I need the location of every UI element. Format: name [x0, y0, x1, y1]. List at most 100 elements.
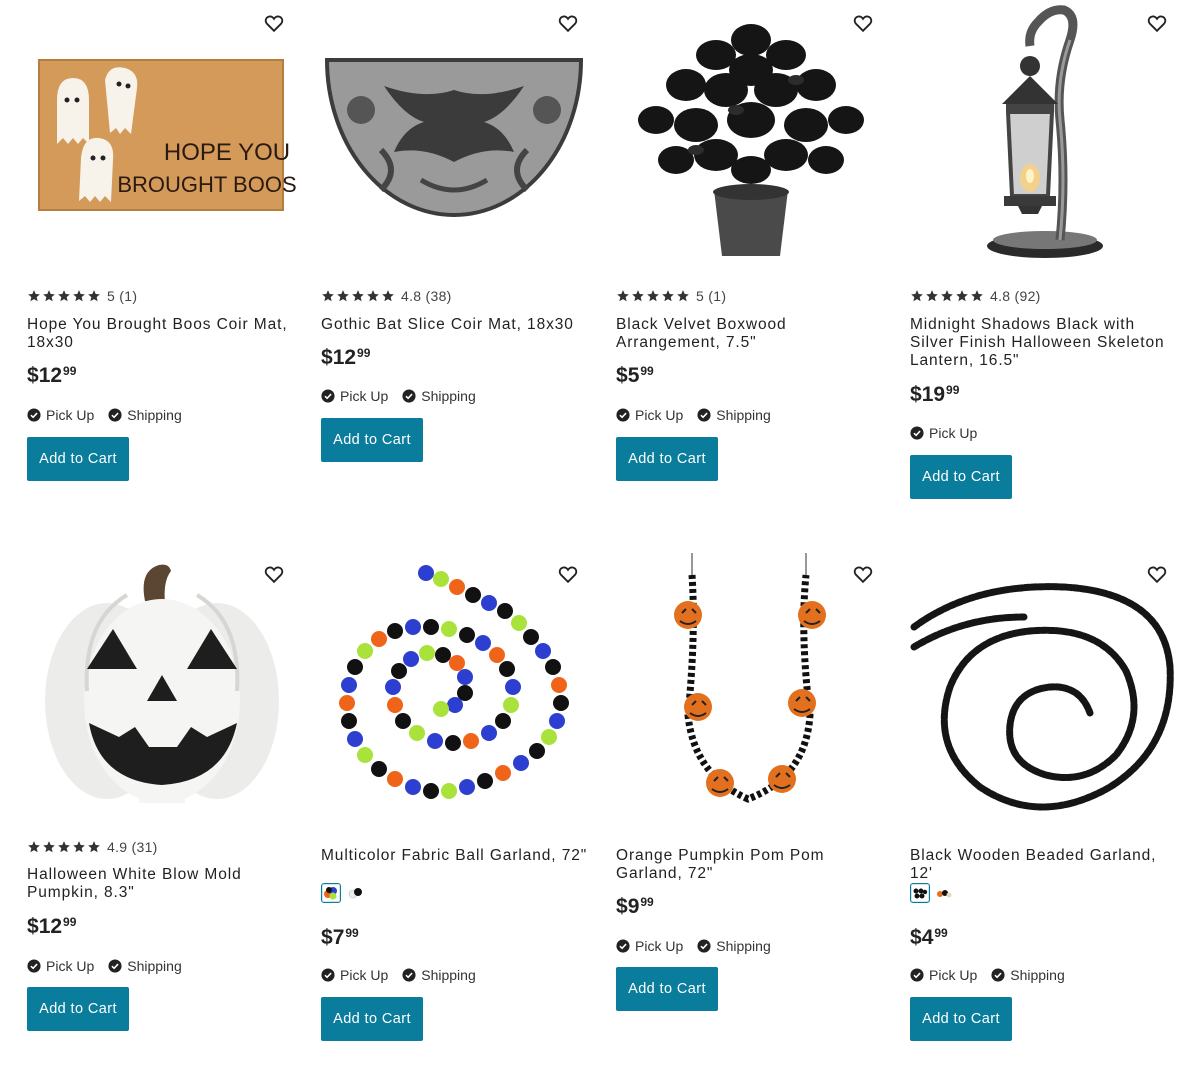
product-title[interactable]: Gothic Bat Slice Coir Mat, 18x30 [321, 316, 589, 334]
star-icon [382, 290, 394, 302]
add-to-cart-button[interactable]: Add to Cart [27, 987, 129, 1031]
swatch-multicolor[interactable] [321, 883, 341, 903]
product-image[interactable] [910, 0, 1180, 270]
pickup-option: Pick Up [910, 967, 977, 983]
wishlist-heart-icon[interactable] [263, 563, 285, 585]
price-dollars: 5 [627, 364, 640, 387]
product-card[interactable]: Orange Pumpkin Pom Pom Garland, 72" $9 99… [616, 551, 886, 1051]
pickup-option: Pick Up [910, 425, 977, 441]
shipping-label: Shipping [127, 407, 182, 423]
product-image[interactable] [616, 551, 886, 821]
wishlist-heart-icon[interactable] [1146, 563, 1168, 585]
star-icon [73, 841, 85, 853]
star-rating-icons [321, 289, 395, 303]
star-icon [28, 290, 40, 302]
pickup-option: Pick Up [27, 407, 94, 423]
swatch-multicolor[interactable] [934, 883, 954, 903]
product-title[interactable]: Midnight Shadows Black with Silver Finis… [910, 316, 1178, 370]
add-to-cart-button[interactable]: Add to Cart [910, 997, 1012, 1041]
pickup-label: Pick Up [929, 967, 978, 983]
rating-text: 4.8 (38) [401, 288, 452, 304]
pumpkin-garland-icon [674, 553, 826, 803]
rating-text: 4.9 (31) [107, 839, 158, 855]
product-card[interactable]: 4.8 (38) Gothic Bat Slice Coir Mat, 18x3… [321, 0, 591, 480]
wishlist-heart-icon[interactable] [263, 12, 285, 34]
wishlist-heart-icon[interactable] [1146, 12, 1168, 34]
shipping-option: Shipping [697, 938, 771, 954]
potted-plant-icon [638, 24, 864, 256]
wishlist-heart-icon[interactable] [852, 563, 874, 585]
swatch-black[interactable] [910, 883, 930, 903]
product-title[interactable]: Multicolor Fabric Ball Garland, 72" [321, 847, 589, 865]
check-circle-icon [108, 408, 122, 422]
product-card[interactable]: HOPE YOU BROUGHT BOOS 5 (1) Hope You Bro… [27, 0, 297, 500]
price-currency: $ [616, 895, 628, 918]
star-icon [73, 290, 85, 302]
wishlist-heart-icon[interactable] [852, 12, 874, 34]
product-image[interactable] [910, 551, 1180, 821]
fulfillment-options: Pick Up Shipping [910, 965, 1065, 985]
price-cents: 99 [357, 346, 371, 360]
product-image[interactable] [321, 551, 591, 821]
product-image[interactable] [321, 0, 591, 270]
product-price: $9 99 [616, 895, 654, 921]
color-swatches [910, 882, 954, 904]
fulfillment-options: Pick Up Shipping [616, 936, 771, 956]
product-title[interactable]: Orange Pumpkin Pom Pom Garland, 72" [616, 847, 884, 883]
add-to-cart-button[interactable]: Add to Cart [321, 997, 423, 1041]
shipping-option: Shipping [108, 407, 182, 423]
garland-balls [339, 565, 569, 799]
product-title[interactable]: Hope You Brought Boos Coir Mat, 18x30 [27, 316, 295, 352]
add-to-cart-button[interactable]: Add to Cart [27, 437, 129, 481]
add-to-cart-button[interactable]: Add to Cart [910, 455, 1012, 499]
price-dollars: 19 [921, 383, 946, 406]
product-image[interactable] [616, 0, 886, 270]
add-to-cart-button[interactable]: Add to Cart [616, 437, 718, 481]
rating: 5 (1) [27, 286, 137, 306]
price-dollars: 7 [332, 926, 345, 949]
star-icon [632, 290, 644, 302]
add-to-cart-button[interactable]: Add to Cart [321, 418, 423, 462]
multicolor-swatch-icon [324, 887, 337, 900]
star-icon [647, 290, 659, 302]
half-round-mat-icon [324, 58, 584, 218]
price-currency: $ [27, 915, 39, 938]
price-dollars: 9 [627, 895, 640, 918]
product-image[interactable]: HOPE YOU BROUGHT BOOS [27, 0, 297, 270]
fulfillment-options: Pick Up Shipping [27, 956, 182, 976]
add-to-cart-button[interactable]: Add to Cart [616, 967, 718, 1011]
price-cents: 99 [63, 915, 77, 929]
price-dollars: 12 [38, 915, 63, 938]
rating: 5 (1) [616, 286, 726, 306]
check-circle-icon [27, 959, 41, 973]
star-icon [43, 290, 55, 302]
shipping-option: Shipping [108, 958, 182, 974]
price-dollars: 4 [921, 926, 934, 949]
product-card[interactable]: Black Wooden Beaded Garland, 12' $4 99 Pi… [910, 551, 1180, 1051]
product-card[interactable]: 5 (1) Black Velvet Boxwood Arrangement, … [616, 0, 886, 500]
star-icon [677, 290, 689, 302]
product-title[interactable]: Black Wooden Beaded Garland, 12' [910, 847, 1178, 883]
price-cents: 99 [345, 926, 359, 940]
price-currency: $ [321, 926, 333, 949]
check-circle-icon [910, 968, 924, 982]
product-title[interactable]: Halloween White Blow Mold Pumpkin, 8.3" [27, 866, 295, 902]
star-rating-icons [910, 289, 984, 303]
price-dollars: 12 [332, 346, 357, 369]
mat-text-line2: BROUGHT BOOS [117, 172, 296, 197]
product-card[interactable]: 4.9 (31) Halloween White Blow Mold Pumpk… [27, 551, 297, 1051]
swatch-black-white[interactable] [345, 883, 365, 903]
product-price: $12 99 [27, 915, 76, 941]
product-card[interactable]: 4.8 (92) Midnight Shadows Black with Sil… [910, 0, 1180, 520]
product-title[interactable]: Black Velvet Boxwood Arrangement, 7.5" [616, 316, 884, 352]
product-image[interactable] [27, 551, 297, 821]
skeleton-lantern-icon [987, 5, 1103, 258]
wishlist-heart-icon[interactable] [557, 563, 579, 585]
product-card[interactable]: Multicolor Fabric Ball Garland, 72" $7 99… [321, 551, 591, 1051]
star-icon [58, 290, 70, 302]
product-price: $7 99 [321, 926, 359, 952]
fulfillment-options: Pick Up Shipping [321, 965, 476, 985]
price-currency: $ [910, 926, 922, 949]
shipping-option: Shipping [402, 967, 476, 983]
wishlist-heart-icon[interactable] [557, 12, 579, 34]
